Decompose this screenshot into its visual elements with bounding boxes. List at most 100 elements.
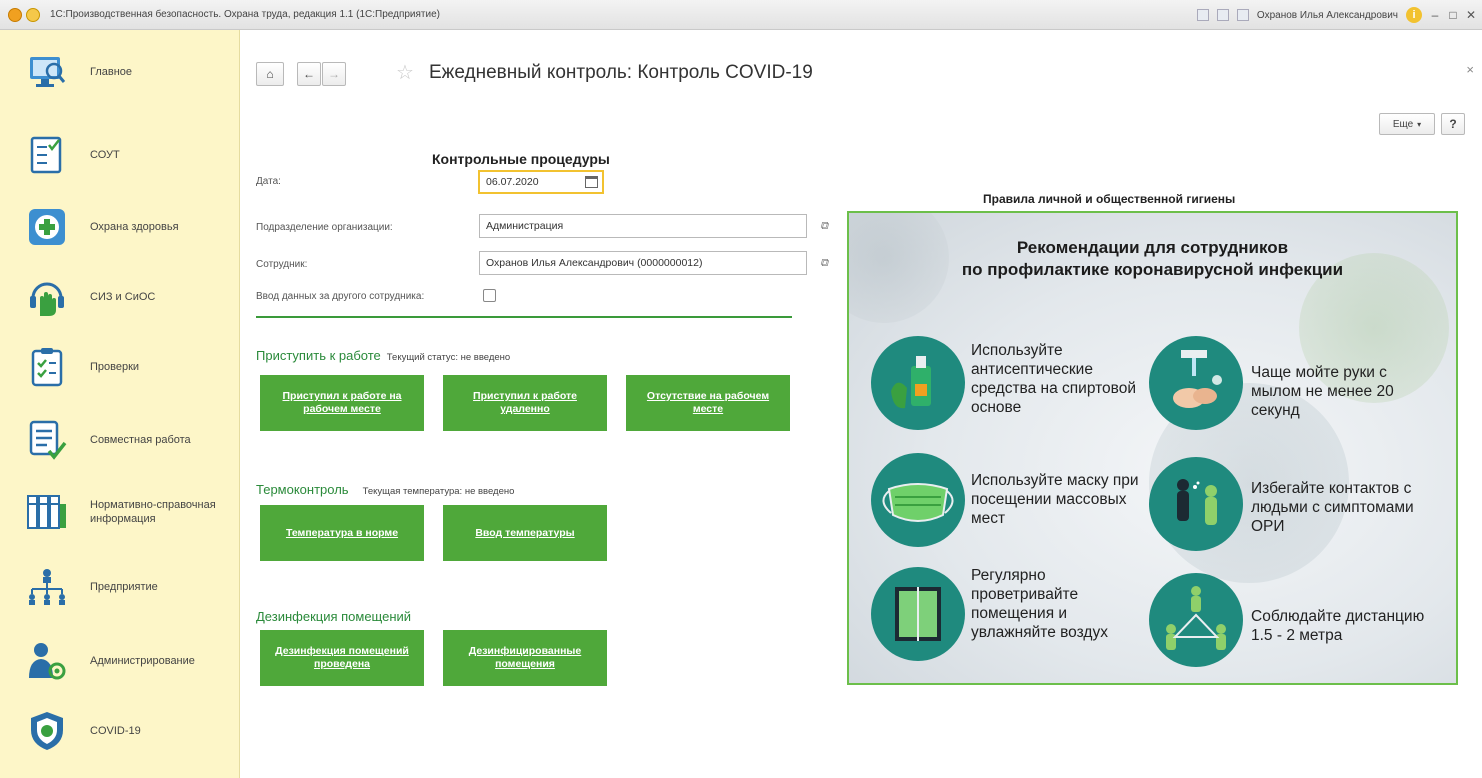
select-icon[interactable]: ⧉ bbox=[820, 257, 828, 270]
close-window-icon[interactable]: ✕ bbox=[1466, 8, 1476, 22]
temperature-normal-button[interactable]: Температура в норме bbox=[260, 505, 424, 561]
hygiene-heading: Правила личной и общественной гигиены bbox=[983, 192, 1236, 206]
select-icon[interactable]: ⧉ bbox=[820, 220, 828, 233]
employee-field[interactable]: Охранов Илья Александрович (0000000012) … bbox=[479, 251, 828, 275]
other-employee-checkbox[interactable] bbox=[483, 289, 496, 302]
sidebar-item-label: Охрана здоровья bbox=[90, 221, 179, 233]
thermo-group-label: Термоконтроль bbox=[256, 482, 349, 497]
thermo-status: Текущая температура: не введено bbox=[362, 486, 515, 497]
sections-sidebar: Главное СОУТ Охрана здоровья СИЗ и СиОС … bbox=[0, 30, 240, 778]
sidebar-item-label: Главное bbox=[90, 66, 133, 78]
date-field[interactable]: 06.07.2020 bbox=[478, 170, 604, 194]
more-button-label: Еще bbox=[1392, 118, 1414, 130]
sidebar-item-sout[interactable]: СОУТ bbox=[0, 125, 240, 185]
document-check-icon bbox=[25, 418, 69, 462]
recommendation-text: Регулярно проветривайте помещения и увла… bbox=[971, 567, 1108, 641]
enter-temperature-label: Ввод температуры bbox=[475, 526, 575, 539]
disinfection-group-title: Дезинфекция помещений bbox=[256, 609, 412, 624]
disinfected-rooms-button[interactable]: Дезинфицированные помещения bbox=[443, 630, 607, 686]
home-icon: ⌂ bbox=[266, 67, 274, 81]
poster-title-line2: по профилактике коронавирусной инфекции bbox=[961, 260, 1344, 279]
start-work-remote-button[interactable]: Приступил к работе удаленно bbox=[443, 375, 607, 431]
sidebar-item-label: Администрирование bbox=[90, 655, 195, 667]
sidebar-item-label: COVID-19 bbox=[90, 725, 141, 737]
disinfected-rooms-label: Дезинфицированные помещения bbox=[468, 645, 582, 670]
admin-user-icon bbox=[25, 639, 69, 683]
sidebar-item-covid[interactable]: COVID-19 bbox=[0, 701, 240, 761]
ventilation-icon bbox=[871, 567, 965, 661]
work-group-title: Приступить к работе Текущий статус: не вв… bbox=[256, 348, 510, 363]
hygiene-poster: Рекомендации для сотрудников по профилак… bbox=[847, 211, 1458, 685]
calendar-icon[interactable] bbox=[585, 176, 598, 188]
sidebar-item-label: Проверки bbox=[90, 361, 140, 373]
main-content: ⌂ ← → ☆ Ежедневный контроль: Контроль CO… bbox=[241, 30, 1482, 778]
sidebar-item-label: СИЗ и СиОС bbox=[90, 291, 156, 303]
minimize-icon[interactable]: – bbox=[1430, 8, 1440, 22]
absence-label: Отсутствие на рабочем месте bbox=[646, 390, 770, 415]
current-user[interactable]: Охранов Илья Александрович bbox=[1257, 10, 1398, 21]
work-status: Текущий статус: не введено bbox=[386, 352, 511, 363]
window-title: 1С:Производственная безопасность. Охрана… bbox=[50, 9, 440, 20]
binders-icon bbox=[25, 490, 69, 534]
main-menu-icon[interactable] bbox=[26, 7, 40, 22]
medical-cross-icon bbox=[25, 205, 69, 249]
distance-icon bbox=[1149, 573, 1243, 667]
start-work-remote-label: Приступил к работе удаленно bbox=[473, 390, 577, 415]
date-label: Дата: bbox=[256, 176, 281, 187]
temperature-normal-label: Температура в норме bbox=[285, 526, 399, 539]
section-divider bbox=[256, 316, 792, 318]
sidebar-item-label: Совместная работа bbox=[90, 434, 191, 446]
clipboard-icon bbox=[25, 345, 69, 389]
favorite-star-icon[interactable]: ☆ bbox=[396, 60, 414, 85]
avoid-contact-icon bbox=[1149, 457, 1243, 551]
mask-icon bbox=[871, 453, 965, 547]
date-value: 06.07.2020 bbox=[486, 176, 539, 188]
recommendation-text: Соблюдайте дистанцию 1.5 - 2 метра bbox=[1251, 608, 1425, 644]
other-employee-label: Ввод данных за другого сотрудника: bbox=[256, 291, 425, 302]
disinfection-done-button[interactable]: Дезинфекция помещений проведена bbox=[260, 630, 424, 686]
sidebar-item-collaboration[interactable]: Совместная работа bbox=[0, 410, 240, 470]
chevron-down-icon: ▾ bbox=[1417, 119, 1422, 129]
help-button[interactable]: ? bbox=[1441, 113, 1465, 135]
bell-icon[interactable] bbox=[1236, 9, 1249, 21]
more-button[interactable]: Еще ▾ bbox=[1379, 113, 1435, 135]
poster-title-line1: Рекомендации для сотрудников bbox=[1016, 238, 1289, 257]
shield-icon bbox=[25, 709, 69, 753]
maximize-icon[interactable]: □ bbox=[1448, 8, 1458, 22]
calculator-icon[interactable] bbox=[1196, 9, 1209, 21]
back-button[interactable]: ← bbox=[297, 62, 321, 86]
sidebar-item-inspections[interactable]: Проверки bbox=[0, 337, 240, 397]
sidebar-item-ppe[interactable]: СИЗ и СиОС bbox=[0, 267, 240, 327]
arrow-left-icon: ← bbox=[303, 67, 315, 81]
info-icon[interactable]: i bbox=[1406, 7, 1422, 23]
sidebar-item-label: СОУТ bbox=[90, 149, 120, 161]
form-heading: Контрольные процедуры bbox=[432, 151, 610, 167]
sidebar-item-administration[interactable]: Администрирование bbox=[0, 631, 240, 691]
start-work-onsite-label: Приступил к работе на рабочем месте bbox=[282, 390, 402, 415]
history-icon[interactable] bbox=[1216, 9, 1229, 21]
sidebar-item-reference-info[interactable]: Нормативно-справочная информация bbox=[0, 482, 240, 542]
home-button[interactable]: ⌂ bbox=[256, 62, 284, 86]
poster-title: Рекомендации для сотрудников по профилак… bbox=[849, 237, 1456, 281]
antiseptic-icon bbox=[871, 336, 965, 430]
forward-button[interactable]: → bbox=[322, 62, 346, 86]
department-field[interactable]: Администрация ⧉ bbox=[479, 214, 828, 238]
sidebar-item-enterprise[interactable]: Предприятие bbox=[0, 557, 240, 617]
absence-button[interactable]: Отсутствие на рабочем месте bbox=[626, 375, 790, 431]
department-label: Подразделение организации: bbox=[256, 222, 393, 233]
page-title: Ежедневный контроль: Контроль COVID-19 bbox=[429, 62, 813, 83]
checklist-icon bbox=[25, 133, 69, 177]
handwash-icon bbox=[1149, 336, 1243, 430]
sidebar-item-health[interactable]: Охрана здоровья bbox=[0, 197, 240, 257]
start-work-onsite-button[interactable]: Приступил к работе на рабочем месте bbox=[260, 375, 424, 431]
department-value: Администрация bbox=[486, 220, 564, 232]
close-icon[interactable]: × bbox=[1466, 62, 1474, 77]
monitor-icon bbox=[25, 50, 69, 94]
work-group-label: Приступить к работе bbox=[256, 348, 381, 363]
enter-temperature-button[interactable]: Ввод температуры bbox=[443, 505, 607, 561]
sidebar-item-label: Предприятие bbox=[90, 581, 158, 593]
thermo-group-title: Термоконтроль Текущая температура: не вве… bbox=[256, 482, 514, 497]
employee-label: Сотрудник: bbox=[256, 259, 308, 270]
sidebar-item-main[interactable]: Главное bbox=[0, 42, 240, 102]
recommendation-text: Избегайте контактов с людьми с симптомам… bbox=[1251, 480, 1414, 535]
